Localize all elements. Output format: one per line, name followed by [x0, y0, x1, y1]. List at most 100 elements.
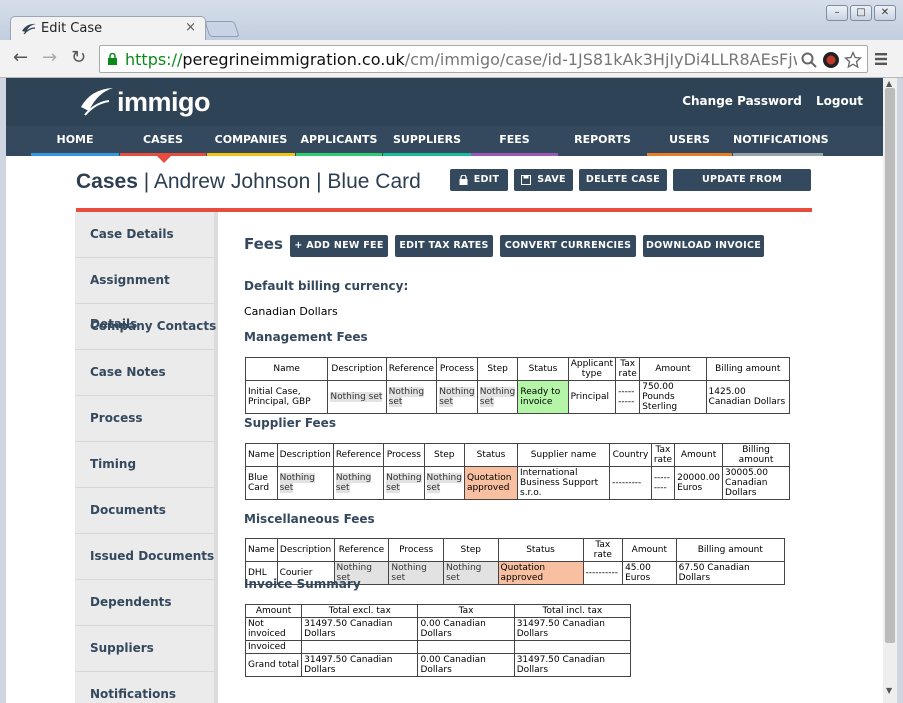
close-window-button[interactable]: ✕ — [874, 5, 896, 21]
reload-button[interactable]: ↻ — [71, 48, 86, 68]
col-header: Status — [463, 443, 519, 467]
nav-item-notifications[interactable]: NOTIFICATIONS — [733, 126, 829, 156]
row-label: Not invoiced — [244, 617, 303, 641]
back-button[interactable]: ← — [13, 48, 28, 68]
tab-close-icon[interactable]: × — [185, 20, 196, 35]
bookmark-star-icon[interactable] — [844, 51, 862, 69]
nav-item-label: HOME — [56, 133, 94, 146]
row-label: Invoiced — [244, 640, 303, 654]
delete-case-button[interactable]: DELETE CASE — [579, 169, 667, 191]
tax-rate-cell: --------- — [650, 466, 676, 500]
nav-item-cases[interactable]: CASES — [120, 126, 206, 156]
url-scheme: https:// — [125, 50, 183, 69]
table-row: Invoiced — [244, 640, 632, 654]
col-header: Description — [276, 443, 334, 467]
change-password-link[interactable]: Change Password — [682, 94, 802, 108]
reference-cell: Nothing set — [388, 387, 425, 407]
menu-icon[interactable] — [874, 52, 888, 66]
nav-item-home[interactable]: HOME — [31, 126, 119, 156]
nav-item-suppliers[interactable]: SUPPLIERS — [383, 126, 471, 156]
sidebar-item-suppliers[interactable]: Suppliers — [75, 626, 218, 672]
scrollbar-thumb[interactable] — [885, 88, 895, 643]
download-invoice-button[interactable]: DOWNLOAD INVOICE — [643, 235, 764, 257]
tab-title: Edit Case — [41, 21, 103, 36]
case-sidebar: Case Details Assignment Details Company Co… — [75, 212, 218, 703]
sidebar-item-timing[interactable]: Timing — [75, 442, 218, 488]
table-row[interactable]: Initial Case, Principal, GBP Nothing set… — [244, 380, 791, 414]
col-header: Tax — [417, 604, 515, 618]
reference-cell: Nothing set — [335, 473, 372, 493]
sidebar-item-process[interactable]: Process — [75, 396, 218, 442]
col-header: Total incl. tax — [513, 604, 632, 618]
save-button[interactable]: SAVE — [514, 169, 573, 191]
nav-item-companies[interactable]: COMPANIES — [207, 126, 295, 156]
step-cell: Nothing set — [426, 473, 462, 493]
minimize-button[interactable]: – — [826, 5, 848, 21]
col-header: Total excl. tax — [301, 604, 419, 618]
update-from-immiguru-button[interactable]: UPDATE FROM IMMIGURU — [673, 169, 811, 207]
col-header: Reference — [332, 443, 385, 467]
table-row[interactable]: Blue Card Nothing set Nothing set Nothin… — [245, 466, 790, 500]
extension-icon[interactable] — [822, 51, 840, 69]
new-tab-button[interactable] — [204, 21, 240, 37]
col-header: Reference — [385, 357, 438, 381]
amount-cell: 750.00 Pounds Sterling — [639, 380, 707, 414]
logout-link[interactable]: Logout — [816, 94, 863, 108]
search-icon[interactable] — [800, 51, 818, 69]
maximize-button[interactable]: □ — [850, 5, 872, 21]
billing-amount-cell: 67.50 Canadian Dollars — [675, 561, 786, 585]
nav-color-bar — [31, 153, 119, 156]
sidebar-item-documents[interactable]: Documents — [75, 488, 218, 534]
process-cell: Nothing set — [386, 473, 422, 493]
edit-label: EDIT — [473, 174, 500, 185]
col-header: Step — [476, 357, 519, 381]
nav-item-fees[interactable]: FEES — [471, 126, 558, 156]
applicant-type-cell: Principal — [567, 380, 617, 414]
fees-title: Fees — [244, 235, 283, 253]
management-fees-title: Management Fees — [244, 330, 368, 344]
scroll-down-icon[interactable]: ▼ — [886, 686, 892, 695]
scroll-up-icon[interactable]: ▲ — [886, 79, 892, 88]
nav-item-label: USERS — [669, 133, 710, 146]
nav-item-label: FEES — [499, 133, 530, 146]
nav-color-bar — [559, 153, 646, 156]
sidebar-item-case-notes[interactable]: Case Notes — [75, 350, 218, 396]
sidebar-item-case-details[interactable]: Case Details — [75, 212, 218, 258]
nav-item-reports[interactable]: REPORTS — [559, 126, 646, 156]
total-excl-tax-cell: 31497.50 Canadian Dollars — [301, 617, 419, 641]
col-header: Tax rate — [582, 538, 624, 562]
edit-button[interactable]: EDIT — [450, 169, 508, 191]
page-title: Cases | Andrew Johnson | Blue Card — [76, 170, 421, 194]
step-cell: Nothing set — [479, 387, 516, 407]
sidebar-item-company-contacts[interactable]: Company Contacts — [75, 304, 218, 350]
edit-tax-rates-button[interactable]: EDIT TAX RATES — [395, 235, 493, 257]
invoice-summary-title: Invoice Summary — [244, 577, 361, 591]
description-cell: Nothing set — [279, 473, 315, 493]
page-scrollbar[interactable]: ▲ ▼ — [883, 78, 897, 703]
lock-icon — [459, 174, 468, 185]
save-label: SAVE — [537, 174, 566, 185]
sidebar-item-issued-documents[interactable]: Issued Documents — [75, 534, 218, 580]
browser-tab[interactable]: Edit Case × — [10, 16, 206, 42]
immigo-logo[interactable]: immigo — [79, 83, 219, 123]
nav-color-bar — [647, 153, 732, 156]
sidebar-item-notifications[interactable]: Notifications — [75, 672, 218, 703]
col-header: Status — [517, 357, 569, 381]
tax-cell: 0.00 Canadian Dollars — [417, 617, 515, 641]
address-bar[interactable]: https://peregrineimmigration.co.uk/cm/im… — [99, 45, 868, 73]
status-cell: Quotation approved — [497, 561, 584, 585]
col-header: Name — [245, 538, 278, 562]
nav-item-users[interactable]: USERS — [647, 126, 732, 156]
default-currency-value: Canadian Dollars — [244, 305, 338, 318]
bird-logo-icon — [81, 88, 113, 116]
sidebar-item-dependents[interactable]: Dependents — [75, 580, 218, 626]
convert-currencies-button[interactable]: CONVERT CURRENCIES — [500, 235, 636, 257]
forward-button[interactable]: → — [42, 48, 57, 68]
step-cell: Nothing set — [442, 561, 499, 585]
tax-cell — [417, 640, 515, 654]
add-new-fee-button[interactable]: + ADD NEW FEE — [290, 235, 388, 257]
invoice-summary-table: Amount Total excl. tax Tax Total incl. t… — [244, 604, 632, 677]
sidebar-item-assignment-details[interactable]: Assignment Details — [75, 258, 218, 331]
nav-color-bar — [207, 153, 295, 156]
nav-item-applicants[interactable]: APPLICANTS — [296, 126, 382, 156]
